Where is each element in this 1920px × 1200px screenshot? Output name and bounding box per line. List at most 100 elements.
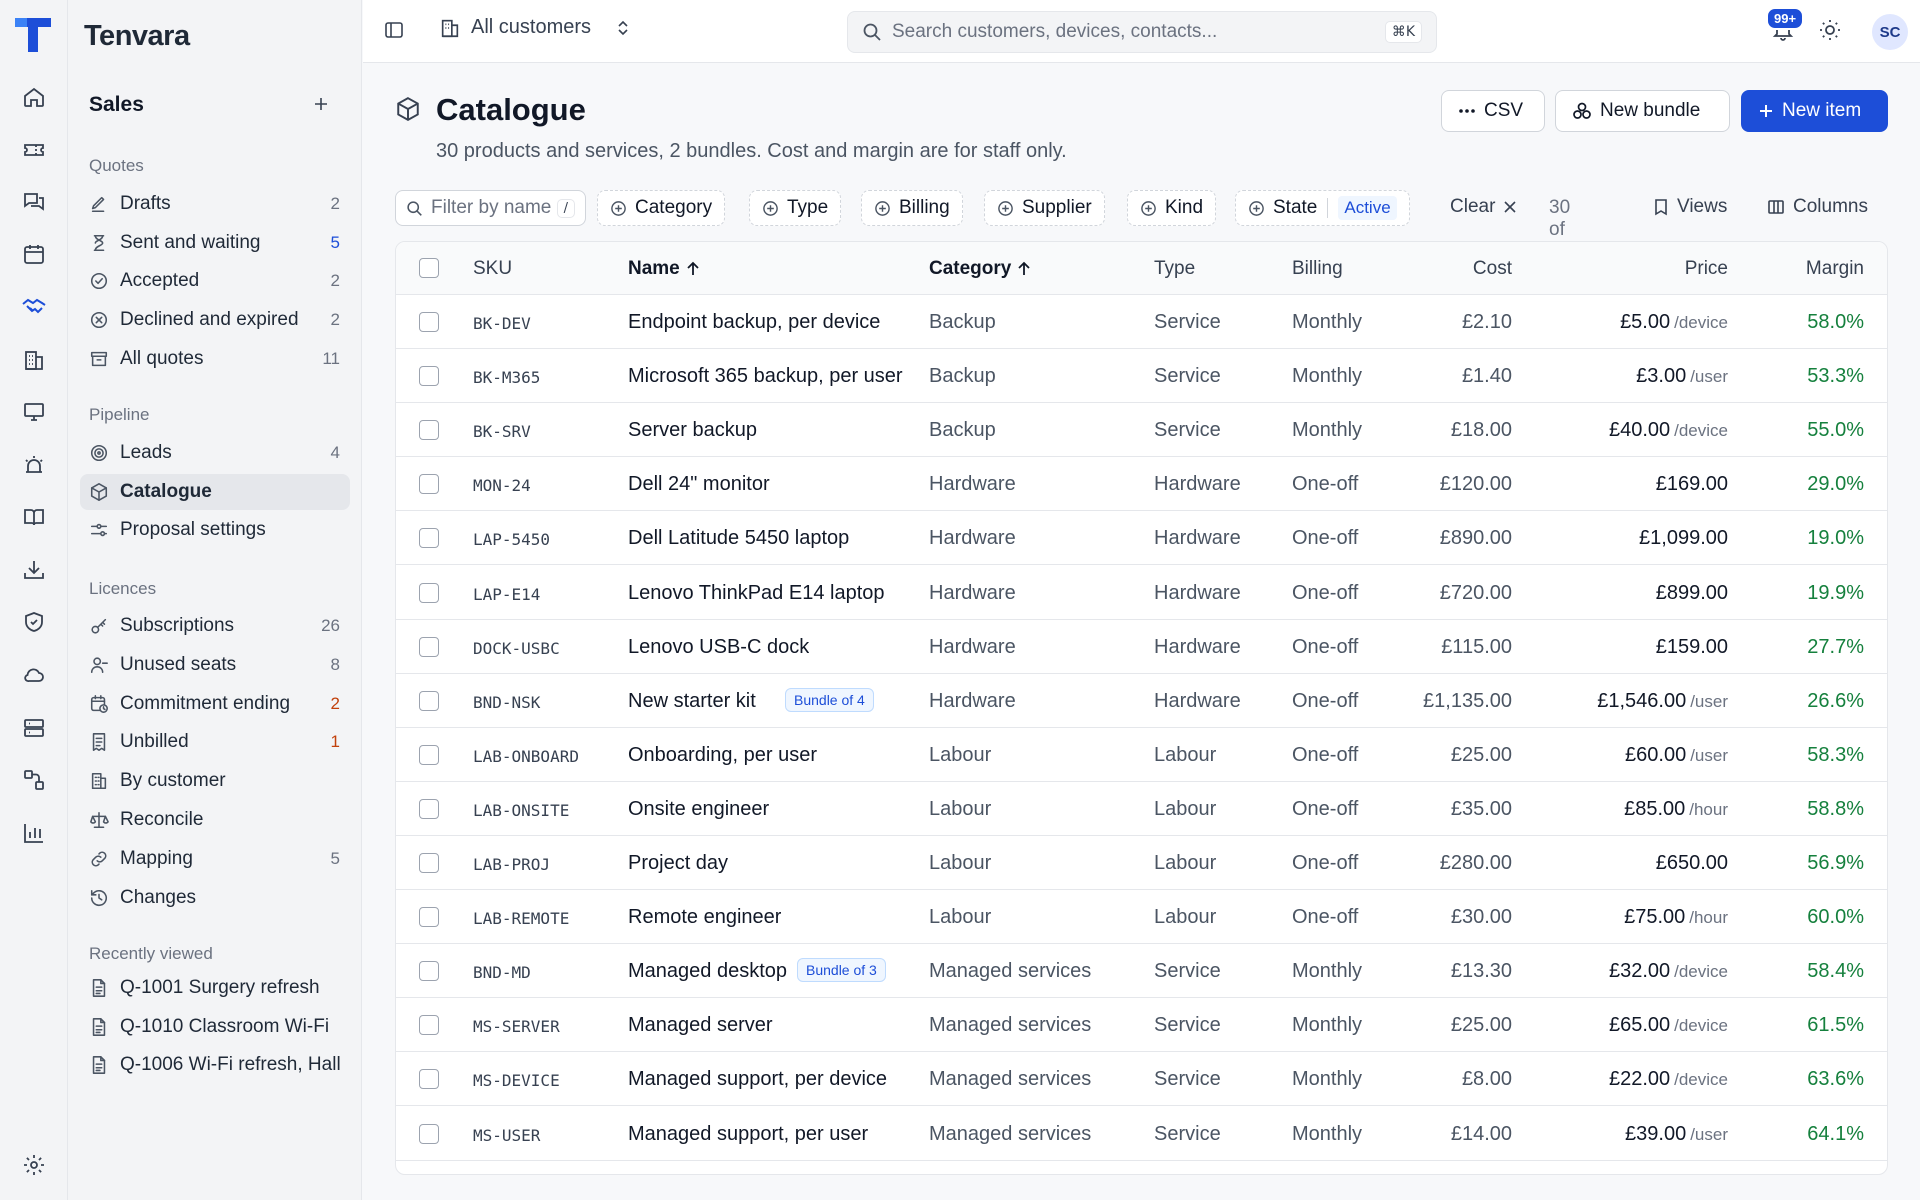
csv-button[interactable]: CSV	[1441, 90, 1545, 132]
table-row[interactable]: MS-SERVER Managed server Managed services S…	[396, 998, 1887, 1052]
row-checkbox[interactable]	[419, 1069, 439, 1089]
row-checkbox[interactable]	[419, 799, 439, 819]
sidebar-toggle-icon[interactable]	[383, 19, 405, 41]
sidebar-item-proposal-settings[interactable]: Proposal settings	[80, 512, 350, 548]
sidebar-item-by-customer[interactable]: By customer	[80, 763, 350, 799]
table-row[interactable]: MON-24 Dell 24" monitor Hardware Hardware On…	[396, 457, 1887, 511]
monitor-icon[interactable]	[14, 392, 54, 432]
new-bundle-button[interactable]: New bundle	[1555, 90, 1730, 132]
views-button[interactable]: Views	[1653, 196, 1727, 218]
row-checkbox[interactable]	[419, 528, 439, 548]
sales-handshake-icon[interactable]	[14, 287, 54, 327]
table-row[interactable]: DOCK-USBC Lenovo USB-C dock Hardware Hardwa…	[396, 620, 1887, 674]
name-cell[interactable]: Managed support, per device	[628, 1068, 887, 1091]
name-cell[interactable]: Managed server	[628, 1014, 773, 1037]
book-icon[interactable]	[14, 497, 54, 537]
columns-button[interactable]: Columns	[1767, 196, 1868, 218]
row-checkbox[interactable]	[419, 637, 439, 657]
filter-by-name-input[interactable]: Filter by name /	[395, 190, 586, 226]
sidebar-item-q-1010-classroom-wi-fi[interactable]: Q-1010 Classroom Wi-Fi	[80, 1009, 350, 1045]
customer-scope-selector[interactable]: All customers	[439, 16, 631, 39]
table-row[interactable]: BK-DEV Endpoint backup, per device Backup S…	[396, 295, 1887, 349]
select-all-checkbox[interactable]	[419, 258, 439, 278]
global-search-input[interactable]: Search customers, devices, contacts... ⌘…	[847, 11, 1437, 53]
sidebar-item-all-quotes[interactable]: All quotes 11	[80, 341, 350, 377]
name-cell[interactable]: Lenovo USB-C dock	[628, 636, 809, 659]
column-header-name[interactable]: Name	[628, 258, 700, 280]
name-cell[interactable]: Managed desktop	[628, 960, 787, 983]
table-row[interactable]: LAP-5450 Dell Latitude 5450 laptop Hardwar…	[396, 511, 1887, 565]
column-header-sku[interactable]: SKU	[473, 258, 512, 280]
row-checkbox[interactable]	[419, 312, 439, 332]
calendar-icon[interactable]	[14, 234, 54, 274]
theme-sun-icon[interactable]	[1818, 18, 1842, 42]
sidebar-item-unbilled[interactable]: Unbilled 1	[80, 724, 350, 760]
sidebar-item-catalogue[interactable]: Catalogue	[80, 474, 350, 510]
sidebar-item-declined-and-expired[interactable]: Declined and expired 2	[80, 302, 350, 338]
sidebar-item-commitment-ending[interactable]: Commitment ending 2	[80, 686, 350, 722]
messages-icon[interactable]	[14, 182, 54, 222]
table-row[interactable]: MS-USER Managed support, per user Managed …	[396, 1107, 1887, 1161]
sidebar-item-q-1006-wi-fi-refresh-hall[interactable]: Q-1006 Wi-Fi refresh, Hall	[80, 1047, 350, 1083]
bar-chart-icon[interactable]	[14, 813, 54, 853]
filter-chip-category[interactable]: Category	[597, 190, 726, 226]
sidebar-item-mapping[interactable]: Mapping 5	[80, 841, 350, 877]
table-row[interactable]: BND-NSK New starter kit Bundle of 4 Hardwar…	[396, 674, 1887, 728]
row-checkbox[interactable]	[419, 961, 439, 981]
cloud-icon[interactable]	[14, 655, 54, 695]
name-cell[interactable]: Server backup	[628, 419, 757, 442]
column-header-cost[interactable]: Cost	[1334, 258, 1512, 280]
table-row[interactable]: BND-MD Managed desktop Bundle of 3 Managed …	[396, 944, 1887, 998]
table-row[interactable]: BK-SRV Server backup Backup Service Monthly £…	[396, 403, 1887, 457]
row-checkbox[interactable]	[419, 420, 439, 440]
column-header-category[interactable]: Category	[929, 258, 1031, 280]
download-tray-icon[interactable]	[14, 550, 54, 590]
building-icon[interactable]	[14, 340, 54, 380]
sidebar-item-leads[interactable]: Leads 4	[80, 435, 350, 471]
row-checkbox[interactable]	[419, 366, 439, 386]
row-checkbox[interactable]	[419, 853, 439, 873]
sidebar-item-q-1001-surgery-refresh[interactable]: Q-1001 Surgery refresh	[80, 970, 350, 1006]
add-icon[interactable]	[308, 91, 334, 117]
column-header-type[interactable]: Type	[1154, 258, 1195, 280]
row-checkbox[interactable]	[419, 907, 439, 927]
filter-chip-state[interactable]: State Active	[1235, 190, 1410, 226]
name-cell[interactable]: Dell Latitude 5450 laptop	[628, 527, 849, 550]
row-checkbox[interactable]	[419, 474, 439, 494]
sidebar-item-drafts[interactable]: Drafts 2	[80, 186, 350, 222]
table-row[interactable]: LAB-ONSITE Onsite engineer Labour Labour One…	[396, 782, 1887, 836]
filter-chip-kind[interactable]: Kind	[1127, 190, 1217, 226]
sidebar-item-reconcile[interactable]: Reconcile	[80, 802, 350, 838]
name-cell[interactable]: Project day	[628, 852, 728, 875]
ticket-icon[interactable]	[14, 130, 54, 170]
row-checkbox[interactable]	[419, 745, 439, 765]
name-cell[interactable]: Lenovo ThinkPad E14 laptop	[628, 582, 885, 605]
sidebar-item-accepted[interactable]: Accepted 2	[80, 263, 350, 299]
alarm-icon[interactable]	[14, 445, 54, 485]
settings-gear-icon[interactable]	[14, 1145, 54, 1185]
name-cell[interactable]: Managed support, per user	[628, 1123, 868, 1146]
name-cell[interactable]: Remote engineer	[628, 906, 781, 929]
workflow-icon[interactable]	[14, 760, 54, 800]
sidebar-item-unused-seats[interactable]: Unused seats 8	[80, 647, 350, 683]
table-row[interactable]: MS-DEVICE Managed support, per device Mana…	[396, 1052, 1887, 1106]
name-cell[interactable]: Endpoint backup, per device	[628, 311, 880, 334]
filter-chip-supplier[interactable]: Supplier	[984, 190, 1105, 226]
sidebar-item-sent-and-waiting[interactable]: Sent and waiting 5	[80, 225, 350, 261]
home-icon[interactable]	[14, 77, 54, 117]
clear-filters-button[interactable]: Clear	[1450, 196, 1517, 218]
shield-icon[interactable]	[14, 602, 54, 642]
tenvara-logo-icon[interactable]	[13, 16, 53, 54]
table-row[interactable]: BK-M365 Microsoft 365 backup, per user Bac…	[396, 349, 1887, 403]
server-icon[interactable]	[14, 708, 54, 748]
column-header-price[interactable]: Price	[1546, 258, 1728, 280]
row-checkbox[interactable]	[419, 583, 439, 603]
name-cell[interactable]: Dell 24" monitor	[628, 473, 770, 496]
row-checkbox[interactable]	[419, 691, 439, 711]
name-cell[interactable]: Onsite engineer	[628, 798, 769, 821]
table-row[interactable]: LAP-E14 Lenovo ThinkPad E14 laptop Hardwar…	[396, 566, 1887, 620]
user-avatar[interactable]: SC	[1872, 14, 1908, 50]
table-row[interactable]: LAB-REMOTE Remote engineer Labour Labour One…	[396, 890, 1887, 944]
filter-chip-type[interactable]: Type	[749, 190, 842, 226]
name-cell[interactable]: Microsoft 365 backup, per user	[628, 365, 903, 388]
